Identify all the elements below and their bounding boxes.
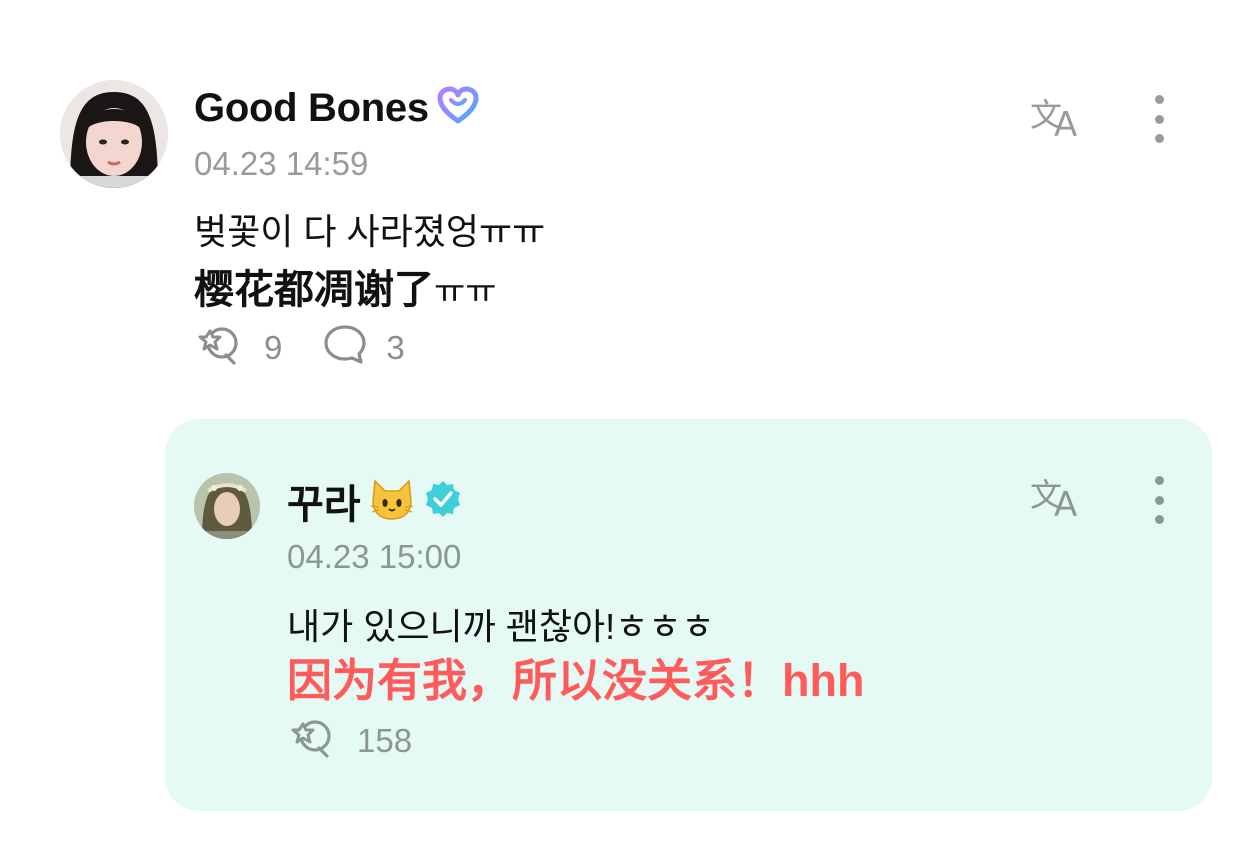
more-dot bbox=[1154, 114, 1164, 124]
post-comment-count: 3 bbox=[386, 329, 405, 366]
comment-bubble-icon bbox=[322, 323, 368, 373]
post-text-chinese-main: 樱花都凋谢了 bbox=[194, 268, 434, 312]
translate-icon: 文 A bbox=[1030, 476, 1077, 525]
post-text-chinese-suffix: ㅠㅠ bbox=[434, 273, 497, 311]
svg-text:A: A bbox=[1054, 105, 1077, 142]
reply-like-count: 158 bbox=[357, 722, 413, 759]
avatar-image bbox=[194, 473, 260, 539]
post-text-korean: 벚꽃이 다 사라졌엉ㅠㅠ bbox=[194, 211, 546, 252]
like-icon bbox=[285, 716, 339, 766]
reply-author-name[interactable]: 꾸라 bbox=[287, 472, 361, 530]
post-like-count: 9 bbox=[264, 329, 283, 366]
more-dot bbox=[1154, 495, 1164, 505]
reply-timestamp: 04.23 15:00 bbox=[287, 538, 462, 575]
reply-more-options-button[interactable] bbox=[1147, 474, 1171, 526]
more-dot bbox=[1154, 134, 1164, 143]
reply-stats: 158 bbox=[285, 719, 452, 763]
post-comment-button[interactable]: 3 bbox=[322, 323, 405, 373]
verified-badge-icon bbox=[423, 479, 463, 524]
reply-text-korean: 내가 있으니까 괜찮아!ㅎㅎㅎ bbox=[287, 606, 715, 647]
more-dot bbox=[1154, 515, 1164, 524]
translate-button[interactable]: 文 A bbox=[1028, 92, 1090, 145]
post-author-name[interactable]: Good Bones bbox=[194, 86, 429, 131]
reply-like-button[interactable]: 158 bbox=[285, 716, 412, 766]
post-timestamp: 04.23 14:59 bbox=[194, 145, 369, 182]
post-like-button[interactable]: 9 bbox=[192, 323, 282, 373]
avatar-image bbox=[60, 80, 168, 188]
post-text-chinese: 樱花都凋谢了ㅠㅠ bbox=[194, 266, 497, 314]
comment-thread: Good Bones 04.23 14:59 벚꽃이 다 사라졌엉ㅠㅠ 樱花都凋… bbox=[0, 0, 1242, 845]
cat-emoji-icon bbox=[369, 477, 415, 526]
more-options-button[interactable] bbox=[1147, 93, 1171, 145]
reply-author-row: 꾸라 bbox=[287, 476, 463, 527]
post-author-avatar[interactable] bbox=[60, 80, 168, 188]
post bbox=[0, 0, 1242, 400]
reply-translate-button[interactable]: 文 A bbox=[1028, 472, 1090, 525]
translate-icon: 文 A bbox=[1030, 96, 1077, 145]
like-icon bbox=[192, 323, 246, 373]
membership-heart-icon bbox=[437, 86, 479, 131]
post-stats: 9 3 bbox=[192, 323, 445, 373]
reply-text-chinese: 因为有我，所以没关系！hhh bbox=[287, 655, 865, 706]
more-dot bbox=[1154, 95, 1164, 104]
reply-author-avatar[interactable] bbox=[194, 473, 260, 539]
more-dot bbox=[1154, 476, 1164, 485]
svg-text:A: A bbox=[1054, 485, 1077, 522]
post-author-row: Good Bones bbox=[194, 84, 479, 132]
